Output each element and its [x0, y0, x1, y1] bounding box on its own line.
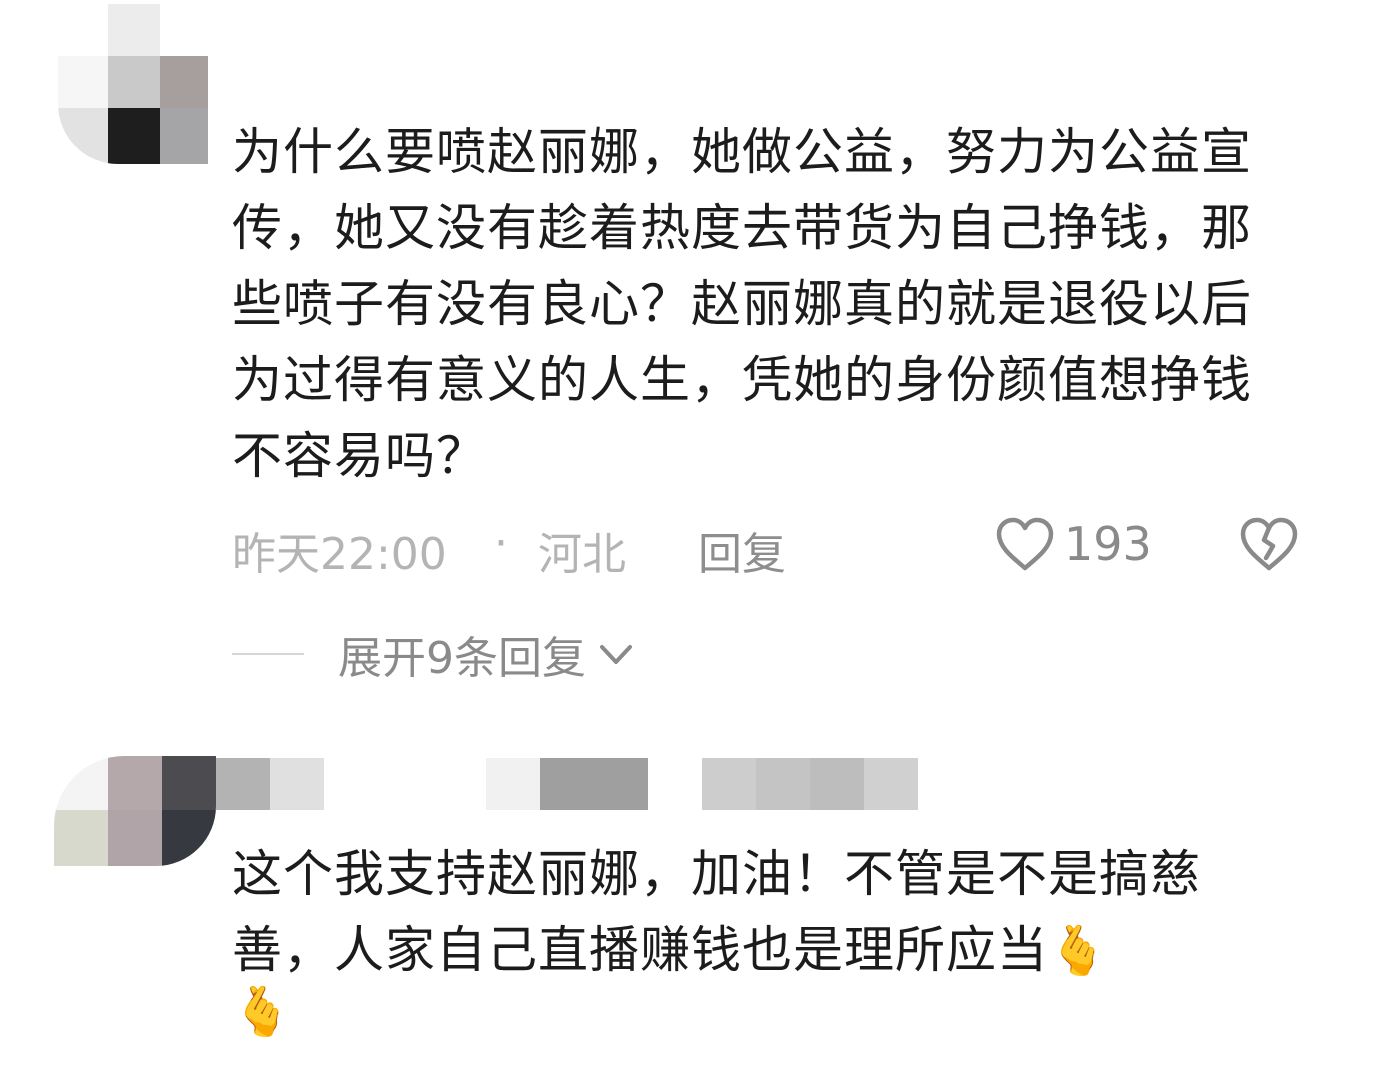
- like-button[interactable]: 193: [994, 512, 1152, 576]
- comment-text: 为什么要喷赵丽娜，她做公益，努力为公益宣传，她又没有趁着热度去带货为自己挣钱，那…: [232, 123, 1252, 485]
- dislike-button[interactable]: [1238, 512, 1300, 576]
- meta-separator: ·: [494, 518, 508, 569]
- chevron-down-icon: [600, 645, 632, 664]
- comment-time: 昨天22:00: [232, 529, 447, 580]
- heart-hands-emoji: 🫰: [232, 984, 292, 1040]
- emoji-line: 🫰: [232, 988, 292, 1036]
- comment-meta: 昨天22:00 · 河北 回复 193: [232, 512, 1332, 580]
- divider-line: [232, 653, 304, 655]
- expand-replies-label: 展开9条回复: [338, 633, 586, 684]
- comment-text: 这个我支持赵丽娜，加油！不管是不是搞慈善，人家自己直播赚钱也是理所应当🫰: [232, 836, 1272, 988]
- broken-heart-icon: [1240, 517, 1298, 571]
- heart-hands-emoji: 🫰: [1048, 923, 1109, 979]
- heart-outline-icon: [996, 517, 1054, 571]
- comment-region: 河北: [538, 529, 626, 580]
- like-count: 193: [1064, 517, 1152, 571]
- avatar[interactable]: [58, 4, 208, 164]
- expand-replies-button[interactable]: 展开9条回复: [232, 624, 832, 684]
- username[interactable]: [216, 758, 920, 810]
- avatar[interactable]: [54, 756, 216, 866]
- reply-button[interactable]: 回复: [698, 518, 786, 582]
